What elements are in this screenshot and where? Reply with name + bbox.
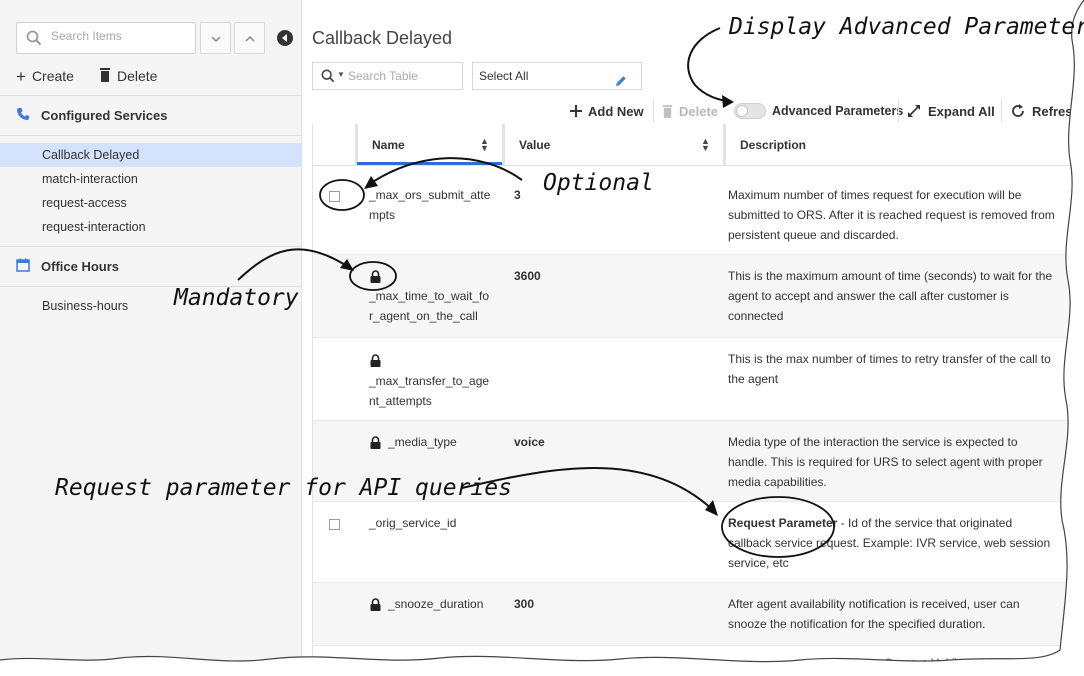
delete-label: Delete	[679, 103, 719, 119]
create-label: Create	[31, 68, 74, 84]
row-name: _max_ors_submit_attempts	[369, 188, 491, 222]
row-value[interactable]: 3600	[514, 266, 541, 286]
annotation-display-advanced: Display Advanced Parameters	[729, 14, 1084, 40]
add-new-label: Add New	[588, 103, 644, 119]
lock-icon	[370, 436, 381, 454]
table-row[interactable]: _orig_service_id Request Parameter - Id …	[313, 502, 1072, 583]
divider	[0, 135, 302, 136]
table-delete-button[interactable]: Delete	[662, 101, 718, 121]
toolbar-divider	[653, 98, 654, 122]
search-icon	[321, 69, 335, 88]
sort-icon[interactable]: ▲ ▼	[701, 137, 710, 153]
row-checkbox[interactable]	[329, 191, 340, 202]
row-checkbox[interactable]	[329, 519, 340, 530]
add-new-button[interactable]: Add New	[570, 101, 644, 121]
row-description: After agent availability notification is…	[728, 597, 1020, 631]
column-header-description[interactable]: Description	[740, 124, 806, 166]
table-search-input[interactable]	[348, 69, 458, 83]
row-description: Media type of the interaction the servic…	[728, 435, 1043, 489]
row-description: This is the max number of times to retry…	[728, 352, 1051, 386]
table-row[interactable]: _max_transfer_to_agent_attempts This is …	[313, 338, 1072, 421]
row-description: Maximum number of times request for exec…	[728, 188, 1055, 242]
row-description: This is the maximum amount of time (seco…	[728, 269, 1053, 323]
column-resizer[interactable]	[723, 124, 726, 166]
sidebar-item-callback-delayed[interactable]: Callback Delayed	[0, 143, 302, 167]
sidebar-item-match-interaction[interactable]: match-interaction	[0, 167, 302, 191]
previous-result-button[interactable]	[234, 22, 265, 54]
collapse-sidebar-button[interactable]	[276, 29, 294, 47]
table-search-box[interactable]: ▼	[312, 62, 463, 90]
annotation-optional: Optional	[543, 170, 654, 196]
footer-product-label: Genesys Mobile Services 8.5	[884, 657, 1027, 669]
row-name: _max_time_to_wait_for_agent_on_the_call	[369, 289, 490, 323]
sidebar-item-request-access[interactable]: request-access	[0, 191, 302, 215]
refresh-icon	[1010, 103, 1026, 119]
group-label: Configured Services	[41, 107, 168, 123]
trash-icon	[99, 66, 111, 85]
lock-icon	[370, 598, 381, 616]
pencil-icon	[615, 70, 627, 96]
sidebar: + Create Delete Configured Services Call…	[0, 0, 302, 676]
row-name: _orig_service_id	[369, 516, 457, 530]
table-header: Name ▲ ▼ Value ▲ ▼ Description	[313, 124, 1072, 166]
create-button[interactable]: + Create	[16, 66, 74, 86]
sidebar-item-request-interaction[interactable]: request-interaction	[0, 215, 302, 239]
table-row[interactable]: _max_ors_submit_attempts 3 Maximum numbe…	[313, 174, 1072, 255]
chevron-down-icon	[210, 29, 221, 47]
delete-button[interactable]: Delete	[99, 66, 157, 86]
column-header-value[interactable]: Value	[519, 124, 550, 166]
divider	[0, 95, 302, 96]
row-description: Request Parameter - Id of the service th…	[728, 513, 1058, 573]
divider	[0, 246, 302, 247]
group-office-hours[interactable]: Office Hours	[16, 256, 119, 276]
table-row[interactable]: _max_time_to_wait_for_agent_on_the_call …	[313, 255, 1072, 338]
lock-icon	[370, 660, 381, 676]
select-all-label: Select All	[479, 69, 529, 83]
plus-icon: +	[16, 66, 26, 86]
sort-icon[interactable]: ▲ ▼	[480, 137, 489, 153]
search-items-box[interactable]	[16, 22, 196, 54]
advanced-parameters-label: Advanced Parameters	[772, 104, 904, 118]
expand-all-label: Expand All	[928, 103, 995, 119]
toolbar-divider	[1001, 98, 1002, 122]
lock-icon	[370, 354, 381, 372]
collapse-left-icon	[276, 30, 294, 51]
page-title: Callback Delayed	[312, 28, 453, 48]
parameters-table: Name ▲ ▼ Value ▲ ▼ Description _max_ors_su…	[312, 124, 1072, 676]
advanced-parameters-toggle[interactable]: Advanced Parameters	[734, 101, 903, 121]
row-value[interactable]: 300	[514, 594, 534, 614]
sorted-column-indicator	[357, 162, 502, 165]
row-name: _snooze_duration	[388, 597, 484, 611]
request-parameter-tag: Request Parameter	[728, 516, 838, 530]
expand-icon	[906, 103, 922, 119]
row-name: _media_type	[388, 435, 457, 449]
delete-label: Delete	[117, 68, 158, 84]
search-icon	[26, 30, 42, 51]
search-items-input[interactable]	[51, 29, 191, 43]
row-value[interactable]: voice	[514, 432, 545, 452]
trash-icon	[662, 104, 673, 118]
toggle-switch[interactable]	[734, 103, 766, 119]
caret-down-icon: ▼	[337, 70, 345, 79]
chevron-up-icon	[244, 29, 255, 47]
row-name: _max_transfer_to_agent_attempts	[369, 374, 490, 408]
expand-all-button[interactable]: Expand All	[906, 101, 995, 121]
group-label: Office Hours	[41, 258, 120, 274]
select-all-dropdown[interactable]: Select All	[472, 62, 642, 90]
phone-icon	[16, 107, 32, 124]
group-configured-services[interactable]: Configured Services	[16, 105, 167, 125]
plus-icon	[570, 105, 582, 117]
calendar-icon	[16, 258, 32, 275]
row-value[interactable]: 3	[514, 185, 521, 205]
column-resizer[interactable]	[355, 124, 358, 166]
annotation-mandatory: Mandatory	[174, 285, 299, 311]
toolbar-divider	[898, 98, 899, 122]
column-header-name[interactable]: Name	[372, 124, 405, 166]
refresh-label: Refresh	[1032, 103, 1081, 119]
refresh-button[interactable]: Refresh	[1010, 101, 1084, 121]
table-row[interactable]: _snooze_duration 300 After agent availab…	[313, 583, 1072, 646]
annotation-request-parameter: Request parameter for API queries	[55, 475, 512, 501]
next-result-button[interactable]	[200, 22, 231, 54]
column-resizer[interactable]	[502, 124, 505, 166]
